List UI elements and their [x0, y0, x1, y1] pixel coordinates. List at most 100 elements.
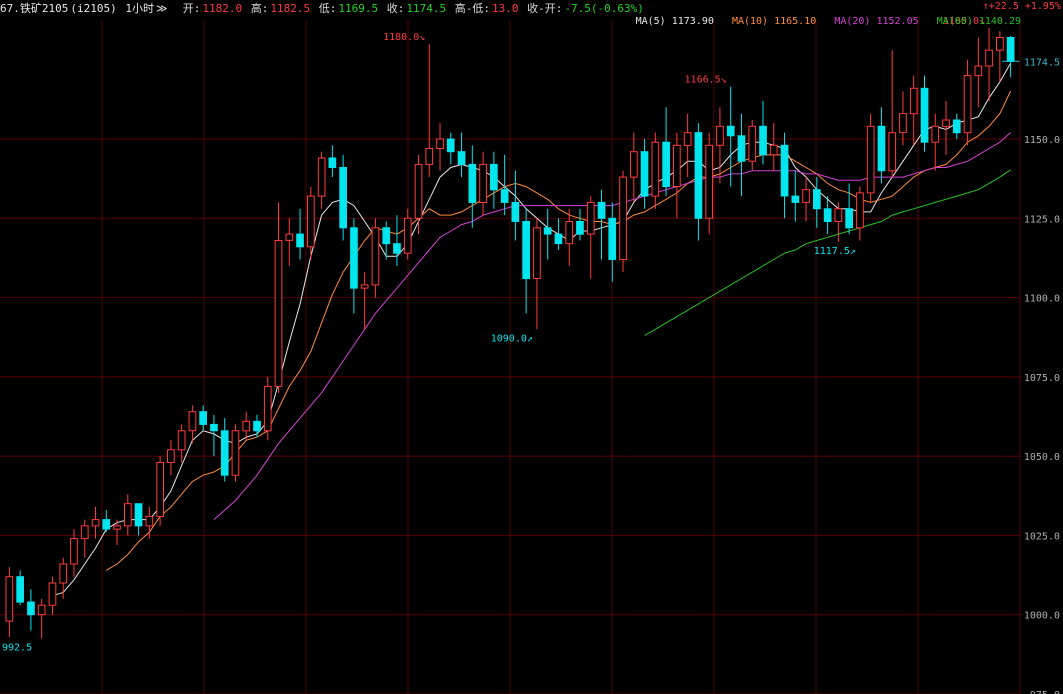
candle-body: [59, 563, 68, 584]
y-tick-label: 1100.0: [1024, 294, 1060, 305]
ma5-value: 1173.90: [671, 16, 714, 27]
candle: [963, 59, 972, 146]
candle-body: [425, 148, 434, 165]
candle: [899, 91, 907, 146]
candle-body: [748, 125, 757, 162]
period-label[interactable]: 1小时: [125, 2, 154, 15]
low-label: 低:: [318, 2, 337, 15]
candle: [382, 221, 391, 260]
candle: [877, 107, 886, 184]
candle-body: [446, 138, 455, 153]
candle: [80, 519, 89, 558]
y-tick-label: 1125.0: [1024, 214, 1060, 225]
candle-body: [705, 144, 713, 219]
candle-body: [177, 430, 186, 451]
open-label: 开:: [182, 2, 201, 15]
candle-body: [145, 515, 154, 527]
candle-body: [274, 240, 283, 387]
candle: [554, 218, 563, 250]
candle: [694, 123, 703, 241]
candle-body: [457, 151, 466, 165]
candle-body: [156, 462, 165, 517]
daily-change: ↑+22.5 +1.95%: [983, 1, 1061, 12]
candle: [662, 107, 670, 197]
candle-body: [307, 195, 315, 248]
candle-body: [543, 227, 552, 235]
candle-body: [834, 208, 843, 223]
candle-body: [242, 420, 251, 432]
candle: [70, 529, 78, 577]
candle-body: [16, 576, 24, 603]
candle: [113, 519, 121, 545]
change-percent: +1.95%: [1024, 1, 1061, 12]
extreme-price-label: 1117.5↗: [814, 246, 856, 257]
y-tick-label: 1050.0: [1024, 452, 1060, 463]
candle: [263, 376, 272, 441]
open-value: 1182.0: [202, 2, 243, 15]
candle: [909, 75, 918, 146]
y-tick-label: 1174.5: [1024, 57, 1060, 68]
candle-body: [1006, 37, 1015, 62]
candle-body: [856, 192, 864, 229]
candle: [780, 132, 789, 219]
candle: [705, 132, 713, 235]
candle-body: [586, 201, 595, 235]
candle-body: [726, 125, 735, 137]
candle: [888, 50, 897, 178]
range-label: 高-低:: [454, 2, 490, 15]
candle-body: [877, 125, 886, 172]
candle: [920, 75, 929, 152]
candle-body: [651, 141, 660, 197]
symbol-name[interactable]: 67.铁矿2105: [0, 2, 68, 15]
candle-body: [500, 189, 509, 203]
candle: [16, 570, 24, 606]
candle-body: [285, 233, 294, 241]
candle-body: [565, 221, 574, 245]
candle: [91, 506, 100, 539]
extreme-price-label: 1166.5↘: [685, 75, 727, 86]
candle-body: [113, 525, 121, 530]
candle-body: [468, 163, 477, 203]
candle: [1006, 35, 1015, 78]
double-chevron-down-icon[interactable]: ≫: [156, 2, 168, 15]
candle-body: [769, 144, 778, 156]
candle-body: [479, 163, 487, 203]
candle-body: [511, 201, 520, 222]
change-label: 收-开:: [527, 2, 563, 15]
candle-body: [48, 582, 57, 606]
candle: [759, 100, 767, 165]
candle: [177, 424, 186, 463]
candle: [231, 424, 240, 482]
candle: [446, 132, 455, 165]
candle: [640, 139, 649, 209]
candle-body: [554, 233, 563, 245]
low-value: 1169.5: [338, 2, 379, 15]
candle-body: [199, 411, 208, 425]
candle: [608, 202, 617, 282]
candle-body: [328, 157, 337, 168]
candle-body: [339, 167, 347, 229]
candle-body: [393, 243, 401, 254]
y-tick-label: 1150.0: [1024, 135, 1060, 146]
candle-body: [27, 601, 35, 616]
candle: [134, 503, 143, 536]
candle-body: [780, 144, 789, 197]
candle-body: [70, 538, 78, 565]
candle: [683, 113, 692, 178]
candle: [726, 86, 735, 187]
candle-body: [630, 151, 638, 178]
candle: [48, 576, 57, 615]
candle-body: [296, 233, 304, 248]
high-value: 1182.5: [270, 2, 311, 15]
candle-body: [899, 113, 907, 134]
candle: [490, 151, 498, 209]
candle-body: [134, 503, 143, 527]
candle-body: [608, 217, 617, 261]
change-value: -7.5(-0.63%): [564, 2, 644, 15]
candlestick-chart[interactable]: 975.0 1000.0 1025.0 1050.0 1075.0 1100.0 1125.…: [0, 0, 1063, 694]
candle-body: [996, 37, 1004, 51]
ma20-value: 1152.05: [876, 16, 919, 27]
candle-body: [490, 163, 498, 191]
candle-body: [823, 208, 832, 223]
candle-body: [845, 208, 853, 229]
